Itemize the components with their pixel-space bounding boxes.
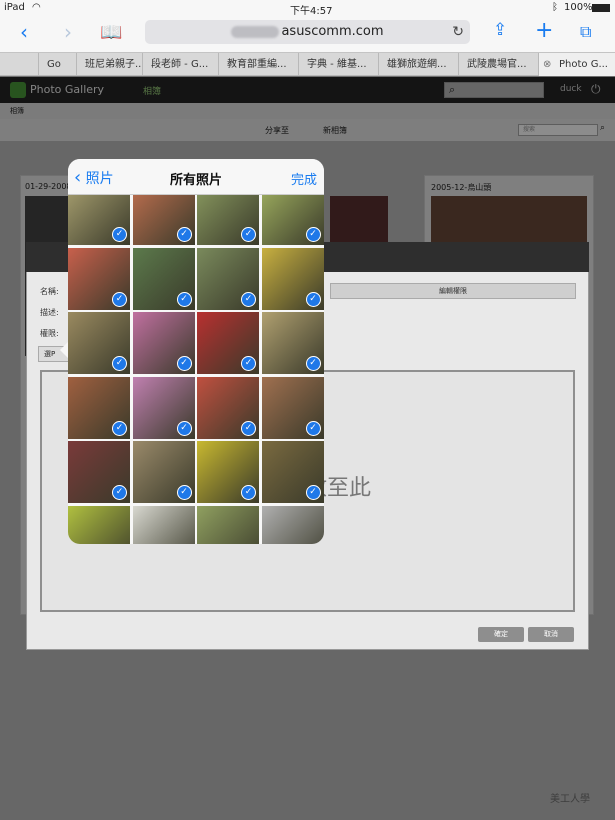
- tab[interactable]: 班尼弟親子...: [76, 53, 142, 76]
- photo-thumbnail[interactable]: ✓: [132, 441, 195, 503]
- clock: 下午4:57: [290, 6, 333, 17]
- selected-check-icon: ✓: [305, 356, 321, 371]
- blurred-url-part: [231, 25, 280, 38]
- wifi-icon: ◠: [32, 2, 41, 13]
- tab[interactable]: Go: [38, 53, 76, 76]
- selected-check-icon: ✓: [112, 485, 127, 500]
- selected-check-icon: ✓: [241, 356, 256, 371]
- photo-thumbnail[interactable]: ✓: [197, 376, 259, 439]
- photo-thumbnail[interactable]: ✓: [132, 505, 195, 544]
- photo-thumbnail[interactable]: ✓: [132, 376, 195, 439]
- reload-icon[interactable]: ↻: [452, 20, 464, 44]
- battery-icon: [592, 4, 610, 12]
- ok-button[interactable]: 確定: [478, 627, 524, 642]
- selected-check-icon: ✓: [112, 227, 127, 242]
- tab-label: Photo G...: [559, 59, 608, 70]
- back-icon[interactable]: ‹: [20, 20, 28, 44]
- url-text: asuscomm.com: [281, 24, 384, 39]
- selected-check-icon: ✓: [305, 227, 321, 242]
- bookmarks-icon[interactable]: 📖: [100, 22, 122, 43]
- photo-thumbnail[interactable]: ✓: [132, 312, 195, 374]
- selected-check-icon: ✓: [305, 485, 321, 500]
- selected-check-icon: ✓: [241, 291, 256, 307]
- picker-nav-bar: ‹ 照片 所有照片 完成: [68, 159, 324, 195]
- tabs-icon[interactable]: ⧉: [580, 22, 591, 42]
- photo-thumbnail[interactable]: ✓: [261, 505, 324, 544]
- selected-check-icon: ✓: [176, 356, 192, 371]
- tab-active[interactable]: ⊗ Photo G...: [538, 53, 615, 76]
- selected-check-icon: ✓: [112, 420, 127, 436]
- photo-thumbnail[interactable]: ✓: [197, 247, 259, 310]
- selected-check-icon: ✓: [112, 356, 127, 371]
- device-label: iPad: [4, 2, 25, 13]
- selected-check-icon: ✓: [176, 291, 192, 307]
- name-label: 名稱:: [40, 287, 59, 296]
- photo-thumbnail[interactable]: ✓: [197, 505, 259, 544]
- photo-thumbnail[interactable]: ✓: [261, 376, 324, 439]
- selected-check-icon: ✓: [241, 485, 256, 500]
- selected-check-icon: ✓: [241, 227, 256, 242]
- permission-label: 權限:: [40, 329, 59, 338]
- selected-check-icon: ✓: [305, 291, 321, 307]
- photo-thumbnail[interactable]: ✓: [261, 247, 324, 310]
- selected-check-icon: ✓: [176, 227, 192, 242]
- share-icon[interactable]: ⇪: [493, 20, 507, 40]
- photo-thumbnail[interactable]: ✓: [68, 312, 130, 374]
- tab[interactable]: 教育部重編...: [218, 53, 298, 76]
- selected-check-icon: ✓: [176, 485, 192, 500]
- photo-picker-popover: ‹ 照片 所有照片 完成 ✓✓✓✓✓✓✓✓✓✓✓✓✓✓✓✓✓✓✓✓✓✓✓✓: [68, 159, 324, 544]
- battery-percent: 100%: [564, 2, 593, 13]
- forward-icon[interactable]: ›: [64, 20, 72, 44]
- popover-arrow: [60, 342, 68, 358]
- tab[interactable]: 字典 - 維基...: [298, 53, 378, 76]
- photo-thumbnail[interactable]: ✓: [197, 312, 259, 374]
- photo-thumbnail[interactable]: ✓: [132, 247, 195, 310]
- photo-thumbnail[interactable]: ✓: [68, 247, 130, 310]
- bluetooth-icon: ᛒ: [552, 2, 558, 13]
- picker-title: 所有照片: [169, 173, 222, 188]
- tab[interactable]: 段老師 - G...: [142, 53, 218, 76]
- selected-check-icon: ✓: [176, 420, 192, 436]
- cancel-button[interactable]: 取消: [528, 627, 574, 642]
- photo-thumbnail[interactable]: ✓: [261, 441, 324, 503]
- photo-thumbnail[interactable]: ✓: [68, 505, 130, 544]
- browser-toolbar: ‹ › 📖 asuscomm.com ↻ ⇪ + ⧉: [0, 16, 615, 52]
- picker-done-button[interactable]: 完成: [291, 169, 317, 188]
- tab-bar: Go 班尼弟親子... 段老師 - G... 教育部重編... 字典 - 維基.…: [0, 52, 615, 76]
- new-tab-icon[interactable]: +: [535, 18, 553, 43]
- close-tab-icon[interactable]: ⊗: [543, 53, 551, 76]
- photo-thumbnail[interactable]: ✓: [68, 441, 130, 503]
- tab[interactable]: 武陵農場官...: [458, 53, 538, 76]
- photo-thumbnail[interactable]: ✓: [197, 441, 259, 503]
- selected-check-icon: ✓: [112, 291, 127, 307]
- description-label: 描述:: [40, 308, 59, 317]
- status-bar: iPad ◠ 下午4:57 ᛒ 100%: [0, 0, 615, 17]
- watermark: 美工人學: [550, 794, 590, 805]
- selected-check-icon: ✓: [241, 420, 256, 436]
- selected-check-icon: ✓: [305, 420, 321, 436]
- tab[interactable]: 雄獅旅遊網...: [378, 53, 458, 76]
- photo-thumbnail[interactable]: ✓: [68, 376, 130, 439]
- edit-permission-button[interactable]: 編輯權限: [330, 283, 576, 299]
- url-bar[interactable]: asuscomm.com ↻: [145, 20, 470, 44]
- photo-thumbnail[interactable]: ✓: [261, 312, 324, 374]
